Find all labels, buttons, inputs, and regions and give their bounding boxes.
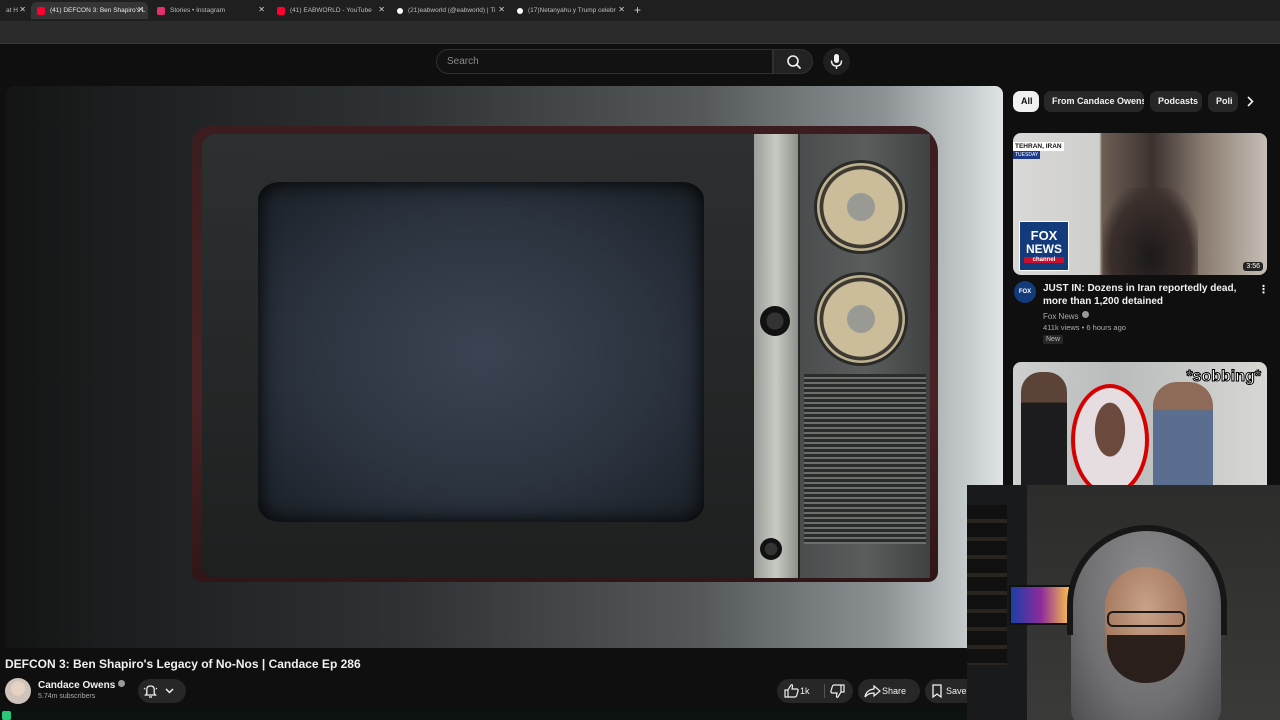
- recommended-video-title[interactable]: JUST IN: Dozens in Iran reportedly dead,…: [1043, 282, 1253, 308]
- channel-avatar[interactable]: FOX: [1014, 281, 1036, 303]
- save-label: Save: [946, 686, 967, 696]
- channel-avatar[interactable]: [5, 678, 31, 704]
- recommended-channel[interactable]: Fox News: [1043, 311, 1089, 321]
- voice-search-button[interactable]: [823, 48, 850, 75]
- close-icon[interactable]: ✕: [378, 5, 385, 14]
- chevron-right-icon[interactable]: [1240, 91, 1262, 112]
- close-icon[interactable]: ✕: [137, 5, 144, 14]
- tab-title: Stories • Instagram: [170, 7, 226, 14]
- close-icon[interactable]: ✕: [19, 5, 26, 14]
- close-icon[interactable]: ✕: [258, 5, 265, 14]
- chip-politics[interactable]: Poli: [1208, 91, 1238, 112]
- tab-title: (41) DEFCON 3: Ben Shapiro's L: [50, 7, 146, 14]
- browser-tab[interactable]: (21)eabworld (@eabworld) | Ti ✕: [391, 2, 509, 19]
- share-icon: [864, 684, 881, 698]
- person-image: [1021, 372, 1067, 486]
- verified-icon: [118, 680, 126, 687]
- instagram-favicon-icon: [157, 6, 165, 15]
- mic-icon: [830, 54, 843, 69]
- like-count: 1k: [800, 686, 810, 696]
- thumbs-down-icon[interactable]: [827, 679, 851, 703]
- new-tab-icon[interactable]: +: [634, 3, 641, 17]
- tab-title: (21)eabworld (@eabworld) | Ti: [408, 7, 496, 14]
- video-duration: 3:56: [1243, 262, 1263, 271]
- tv-static-screen: [258, 182, 704, 522]
- screen: at H ✕ (41) DEFCON 3: Ben Shapiro's L ✕ …: [0, 0, 1280, 720]
- more-options-icon[interactable]: ⋮: [1258, 283, 1269, 296]
- uhf-dial-icon: [814, 272, 908, 366]
- chip-podcasts[interactable]: Podcasts: [1150, 91, 1202, 112]
- tab-title: (41) EABWORLD - YouTube: [290, 7, 372, 14]
- bottom-strip: [0, 708, 967, 720]
- thumbnail-day: TUESDAY: [1013, 151, 1041, 159]
- tiktok-favicon-icon: [397, 7, 403, 14]
- channel-name-text: Candace Owens: [38, 680, 116, 691]
- browser-tab[interactable]: (17)Netanyahu y Trump celebr ✕: [511, 2, 629, 19]
- like-dislike-group: 1k: [777, 679, 853, 703]
- video-frame-tv: [192, 126, 938, 582]
- browser-tab[interactable]: (41) EABWORLD - YouTube ✕: [271, 2, 389, 19]
- verified-icon: [1081, 311, 1089, 318]
- monitor-image: [1009, 585, 1073, 625]
- search-icon: [787, 55, 801, 69]
- tiktok-favicon-icon: [517, 7, 523, 14]
- tv-panel: [754, 134, 798, 578]
- browser-tab-strip: at H ✕ (41) DEFCON 3: Ben Shapiro's L ✕ …: [0, 0, 1280, 21]
- tv-body: [202, 134, 930, 578]
- share-button[interactable]: Share: [858, 679, 920, 703]
- save-icon: [932, 684, 942, 699]
- save-button[interactable]: Save: [925, 679, 969, 703]
- person-image: [1153, 382, 1213, 486]
- share-label: Share: [882, 686, 907, 696]
- notifications-button[interactable]: [138, 679, 186, 703]
- bell-icon: [143, 685, 174, 698]
- search-button[interactable]: [773, 49, 813, 74]
- knob-icon: [760, 538, 782, 560]
- video-thumbnail[interactable]: TEHRAN, IRAN TUESDAY FOX NEWS channel 3:…: [1013, 133, 1267, 275]
- channel-name-text: Fox News: [1043, 312, 1079, 321]
- thumbnail-location: TEHRAN, IRAN: [1013, 142, 1064, 151]
- video-title: DEFCON 3: Ben Shapiro's Legacy of No-Nos…: [5, 657, 361, 671]
- chip-from-candace-owens[interactable]: From Candace Owens: [1044, 91, 1144, 112]
- close-icon[interactable]: ✕: [498, 5, 505, 14]
- chip-all[interactable]: All: [1013, 91, 1039, 112]
- youtube-favicon-icon: [277, 6, 285, 15]
- browser-tab-active[interactable]: (41) DEFCON 3: Ben Shapiro's L ✕: [31, 2, 148, 19]
- new-badge: New: [1043, 335, 1064, 344]
- fox-news-logo: FOX NEWS channel: [1019, 221, 1069, 271]
- search-input[interactable]: Search: [436, 49, 773, 74]
- search-placeholder: Search: [447, 56, 479, 67]
- close-icon[interactable]: ✕: [618, 5, 625, 14]
- browser-tab[interactable]: Stories • Instagram ✕: [151, 2, 269, 19]
- youtube-favicon-icon: [37, 6, 45, 15]
- divider: [824, 684, 825, 698]
- webcam-overlay: [967, 485, 1280, 720]
- channel-name[interactable]: Candace Owens: [38, 680, 126, 691]
- tab-title: at H: [6, 7, 18, 14]
- subscriber-count: 5.74m subscribers: [38, 693, 96, 700]
- tab-title: (17)Netanyahu y Trump celebr: [528, 7, 616, 14]
- address-bar[interactable]: [0, 21, 1280, 43]
- video-player[interactable]: [6, 86, 1003, 648]
- bookshelf-image: [967, 505, 1007, 665]
- divider: [0, 43, 1280, 44]
- recommended-meta: 411k views • 6 hours ago: [1043, 323, 1126, 332]
- knob-icon: [760, 306, 790, 336]
- thumbnail-caption: *sobbing*: [1186, 368, 1262, 386]
- crowd-image: [1103, 188, 1198, 275]
- speaker-grille: [804, 374, 926, 544]
- highlight-circle: [1071, 384, 1149, 486]
- app-icon[interactable]: [2, 711, 11, 720]
- browser-tab[interactable]: at H ✕: [0, 2, 30, 19]
- channel-dial-icon: [814, 160, 908, 254]
- video-thumbnail[interactable]: *sobbing*: [1013, 362, 1267, 486]
